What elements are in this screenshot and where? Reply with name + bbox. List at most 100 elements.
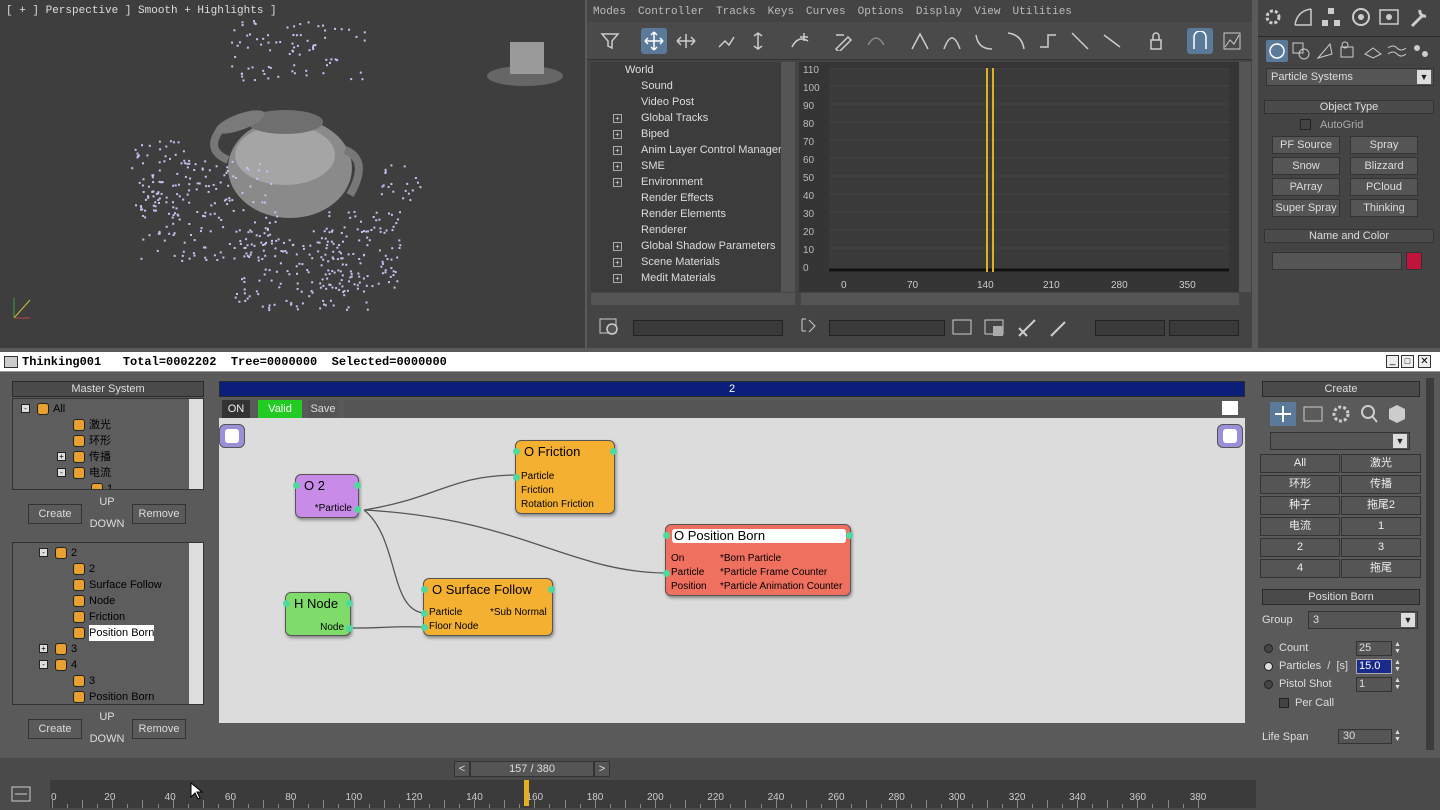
maximize-icon[interactable]: □: [1401, 355, 1414, 368]
expand-icon[interactable]: -: [57, 468, 66, 477]
tangent-slow-icon[interactable]: [1003, 28, 1029, 54]
editor-header[interactable]: 2: [219, 381, 1245, 397]
graph-scrollbar-h[interactable]: [801, 293, 1239, 305]
node-port[interactable]: [846, 532, 853, 539]
on-button[interactable]: ON: [222, 400, 250, 418]
pistol-spinner-icon[interactable]: ▲ ▼: [1394, 677, 1404, 692]
helpers-icon[interactable]: [1362, 40, 1384, 62]
lock-selection-icon[interactable]: [1143, 28, 1169, 54]
blizzard-button[interactable]: Blizzard: [1350, 157, 1418, 175]
set-down-button[interactable]: DOWN: [86, 730, 128, 750]
editor-status-field[interactable]: [344, 400, 1222, 418]
snow-button[interactable]: Snow: [1272, 157, 1340, 175]
thinking-title-bar[interactable]: Thinking001 Total=0002202 Tree=0000000 S…: [0, 352, 1440, 372]
expand-icon[interactable]: +: [57, 452, 66, 461]
operator-dropdown[interactable]: ▼: [1270, 432, 1410, 450]
frame-field[interactable]: [1095, 320, 1165, 336]
utilities-icon[interactable]: [1408, 6, 1430, 28]
group-button[interactable]: 拖尾: [1341, 559, 1421, 578]
expand-icon[interactable]: -: [39, 548, 48, 557]
expand-icon[interactable]: +: [613, 274, 622, 283]
count-radio[interactable]: [1264, 644, 1273, 653]
menu-tracks[interactable]: Tracks: [710, 3, 762, 21]
tree-item[interactable]: +3: [13, 641, 193, 657]
master-system-tree[interactable]: - All 激光 环形 + 传播 - 电流 1: [12, 398, 204, 490]
valid-button[interactable]: Valid: [258, 400, 302, 418]
hierarchy-icon[interactable]: [1320, 6, 1342, 28]
menu-utilities[interactable]: Utilities: [1007, 3, 1078, 21]
zoom-icon[interactable]: [599, 316, 621, 338]
tree-item[interactable]: -2: [13, 545, 193, 561]
trackbar-icon[interactable]: [10, 784, 32, 804]
track-tree-item[interactable]: Render Effects: [591, 190, 781, 206]
menu-curves[interactable]: Curves: [800, 3, 852, 21]
tangent-auto-icon[interactable]: [907, 28, 933, 54]
category-dropdown[interactable]: Particle Systems ▼: [1266, 68, 1434, 86]
node-port[interactable]: [283, 600, 290, 607]
tangent-custom-icon[interactable]: [939, 28, 965, 54]
node-h-node[interactable]: H Node Node: [283, 592, 353, 636]
track-tree-item[interactable]: Video Post: [591, 94, 781, 110]
particles-spinner-icon[interactable]: ▲ ▼: [1394, 659, 1404, 674]
thinking-button[interactable]: Thinking: [1350, 199, 1418, 217]
snap-frames-icon[interactable]: [1187, 28, 1213, 54]
add-operator-icon[interactable]: [1270, 402, 1296, 426]
group-button[interactable]: 1: [1341, 517, 1421, 536]
set-up-button[interactable]: UP: [86, 708, 128, 728]
search-icon[interactable]: [1356, 402, 1382, 426]
pan-icon[interactable]: [1015, 316, 1039, 340]
tangent-linear-icon[interactable]: [1067, 28, 1093, 54]
filter-icon[interactable]: [597, 28, 623, 54]
tree-scrollbar-h[interactable]: [591, 293, 795, 305]
create-panel-header[interactable]: Create: [1262, 381, 1420, 397]
cube-icon[interactable]: [1384, 402, 1410, 426]
display-icon[interactable]: [1378, 6, 1400, 28]
track-tree-item[interactable]: + Medit Materials: [591, 270, 781, 286]
group-button[interactable]: 电流: [1260, 517, 1340, 536]
group-button[interactable]: 拖尾2: [1341, 496, 1421, 515]
pistol-field[interactable]: 1: [1356, 677, 1392, 692]
scale-values-icon[interactable]: [745, 28, 771, 54]
object-color-swatch[interactable]: [1406, 252, 1422, 270]
tree-item[interactable]: Friction: [13, 609, 193, 625]
node-o2[interactable]: O 2 *Particle: [293, 474, 361, 518]
track-tree-item[interactable]: + SME: [591, 158, 781, 174]
perspective-viewport[interactable]: [ + ] Perspective ] Smooth + Highlights …: [0, 0, 585, 348]
set-create-button[interactable]: Create: [28, 719, 82, 739]
track-tree-item[interactable]: + Global Shadow Parameters: [591, 238, 781, 254]
tree-scrollbar[interactable]: [189, 399, 203, 489]
particles-radio[interactable]: [1264, 662, 1273, 671]
zoom-extents-icon[interactable]: [951, 316, 975, 340]
text-search-icon[interactable]: [799, 316, 821, 340]
viewport-label[interactable]: [ + ] Perspective ] Smooth + Highlights …: [6, 5, 277, 17]
create-panel-scrollbar[interactable]: [1426, 378, 1434, 750]
node-editor-canvas[interactable]: O 2 *Particle O Friction Particle Fricti…: [219, 400, 1245, 723]
geometry-icon[interactable]: [1266, 40, 1288, 62]
tree-item[interactable]: -4: [13, 657, 193, 673]
menu-controller[interactable]: Controller: [632, 3, 710, 21]
tree-item[interactable]: 1: [13, 481, 193, 489]
master-remove-button[interactable]: Remove: [132, 504, 186, 524]
dynamic-set-tree[interactable]: -2 2 Surface Follow Node Friction Position Bo…: [12, 542, 204, 705]
node-port[interactable]: [548, 586, 555, 593]
track-tree-item[interactable]: Render Elements: [591, 206, 781, 222]
current-frame-marker[interactable]: [524, 780, 529, 806]
lights-icon[interactable]: [1314, 40, 1336, 62]
node-position-born[interactable]: O Position Born On Particle Position *Bo…: [663, 524, 853, 596]
track-tree-item[interactable]: + Scene Materials: [591, 254, 781, 270]
pf-source-button[interactable]: PF Source: [1272, 136, 1340, 154]
move-keys-icon[interactable]: [641, 28, 667, 54]
motion-icon[interactable]: [1350, 6, 1372, 28]
expand-icon[interactable]: +: [613, 130, 622, 139]
reduce-keys-icon[interactable]: [863, 28, 889, 54]
master-system-header[interactable]: Master System: [12, 381, 204, 397]
time-slider[interactable]: 157 / 380: [470, 761, 594, 777]
track-tree-item[interactable]: + Biped: [591, 126, 781, 142]
tree-item[interactable]: Position Born: [13, 689, 193, 704]
close-icon[interactable]: ✕: [1418, 355, 1431, 368]
track-tree-item[interactable]: + Environment: [591, 174, 781, 190]
tangent-step-icon[interactable]: [1035, 28, 1061, 54]
next-frame-button[interactable]: >: [594, 761, 610, 777]
menu-view[interactable]: View: [968, 3, 1006, 21]
curve-graph[interactable]: 110 100 90 80 70 60 50 40 30 20 10 0 0 7…: [799, 62, 1239, 292]
